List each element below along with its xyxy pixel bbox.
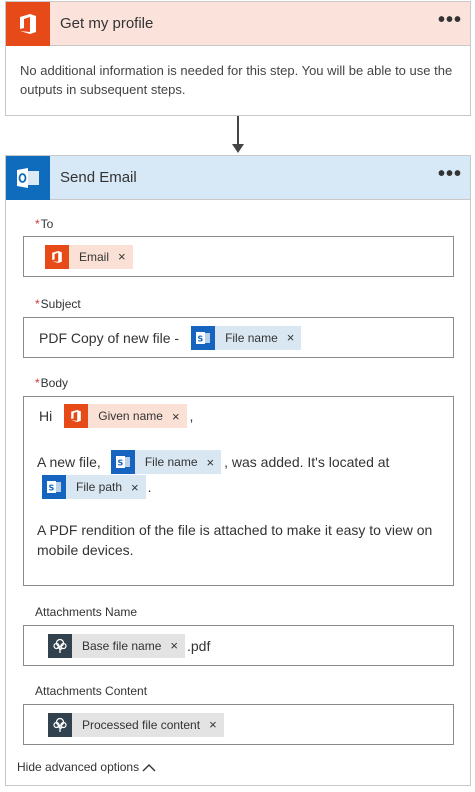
to-label-text: To <box>40 217 54 231</box>
body-label-text: Body <box>40 376 69 390</box>
get-my-profile-card: Get my profile ••• No additional informa… <box>5 1 471 116</box>
token-label: File name <box>144 455 198 469</box>
hide-advanced-options-label: Hide advanced options <box>17 760 140 774</box>
email-token[interactable]: Email × <box>45 244 133 269</box>
attachments-name-field[interactable]: Base file name × .pdf <box>23 625 454 666</box>
token-remove-icon[interactable]: × <box>131 480 146 495</box>
to-label: *To <box>35 217 53 231</box>
period-text: . <box>147 479 152 495</box>
token-remove-icon[interactable]: × <box>209 717 224 732</box>
outlook-icon <box>6 155 50 200</box>
svg-text:S: S <box>117 459 123 468</box>
sharepoint-icon: S <box>42 475 66 499</box>
body-paragraph: A PDF rendition of the file is attached … <box>37 522 433 558</box>
token-label: Processed file content <box>82 717 201 732</box>
given-name-token[interactable]: Given name × <box>64 404 187 428</box>
token-remove-icon[interactable]: × <box>118 249 133 264</box>
tree-icon <box>48 633 72 658</box>
body-greeting-line: Hi Given name × , <box>39 404 193 428</box>
token-label: Email <box>79 249 110 264</box>
more-icon[interactable]: ••• <box>430 10 470 33</box>
token-remove-icon[interactable]: × <box>287 330 302 345</box>
send-email-card: Send Email ••• *To Email × *Subject PDF … <box>5 155 471 786</box>
body-label: *Body <box>35 376 68 390</box>
attachments-content-label: Attachments Content <box>35 684 148 698</box>
file-path-token[interactable]: S File path × <box>42 475 146 499</box>
chevron-up-icon <box>142 763 156 772</box>
required-marker: * <box>35 297 40 311</box>
body-file-line: A new file, S File name × , was added. I… <box>37 450 389 474</box>
token-label: File path <box>76 480 123 494</box>
svg-text:S: S <box>49 484 55 493</box>
required-marker: * <box>35 217 40 231</box>
body-path-line: S File path × . <box>42 475 152 499</box>
base-file-name-token[interactable]: Base file name × <box>48 633 185 658</box>
profile-card-title: Get my profile <box>60 15 154 32</box>
flow-arrow-icon <box>232 144 244 153</box>
comma-text: , <box>189 408 194 424</box>
file-name-token[interactable]: S File name × <box>110 450 222 474</box>
token-remove-icon[interactable]: × <box>207 455 222 470</box>
subject-text: PDF Copy of new file - <box>39 329 180 346</box>
hide-advanced-options-button[interactable]: Hide advanced options <box>17 760 156 774</box>
token-label: File name <box>225 330 278 345</box>
flow-connector <box>237 116 239 146</box>
sharepoint-icon: S <box>191 325 216 350</box>
email-card-header[interactable]: Send Email ••• <box>6 155 470 200</box>
office-icon <box>6 1 50 46</box>
was-added-text: , was added. It's located at <box>224 454 390 470</box>
email-card-title: Send Email <box>60 169 137 186</box>
token-label: Base file name <box>82 638 162 653</box>
required-marker: * <box>35 376 40 390</box>
more-icon[interactable]: ••• <box>430 164 470 187</box>
tree-icon <box>48 712 72 737</box>
token-remove-icon[interactable]: × <box>172 409 187 424</box>
subject-label-text: Subject <box>40 297 81 311</box>
body-field[interactable]: Hi Given name × , A new file, S File nam… <box>23 396 454 586</box>
greeting-text: Hi <box>39 408 53 424</box>
subject-label: *Subject <box>35 297 81 311</box>
token-label: Given name <box>98 409 163 423</box>
subject-field[interactable]: PDF Copy of new file - S File name × <box>23 317 454 358</box>
attachments-content-field[interactable]: Processed file content × <box>23 704 454 745</box>
sharepoint-icon: S <box>110 450 135 474</box>
new-file-text: A new file, <box>37 454 101 470</box>
profile-card-description: No additional information is needed for … <box>20 63 453 97</box>
profile-card-header[interactable]: Get my profile ••• <box>6 1 470 46</box>
svg-text:S: S <box>198 334 204 343</box>
office-icon <box>64 404 89 428</box>
office-icon <box>45 244 69 269</box>
token-remove-icon[interactable]: × <box>170 638 185 653</box>
attachments-name-label: Attachments Name <box>35 605 138 619</box>
to-field[interactable]: Email × <box>23 236 454 277</box>
file-name-token[interactable]: S File name × <box>191 325 302 350</box>
processed-file-content-token[interactable]: Processed file content × <box>48 712 224 737</box>
pdf-extension-text: .pdf <box>186 637 211 654</box>
